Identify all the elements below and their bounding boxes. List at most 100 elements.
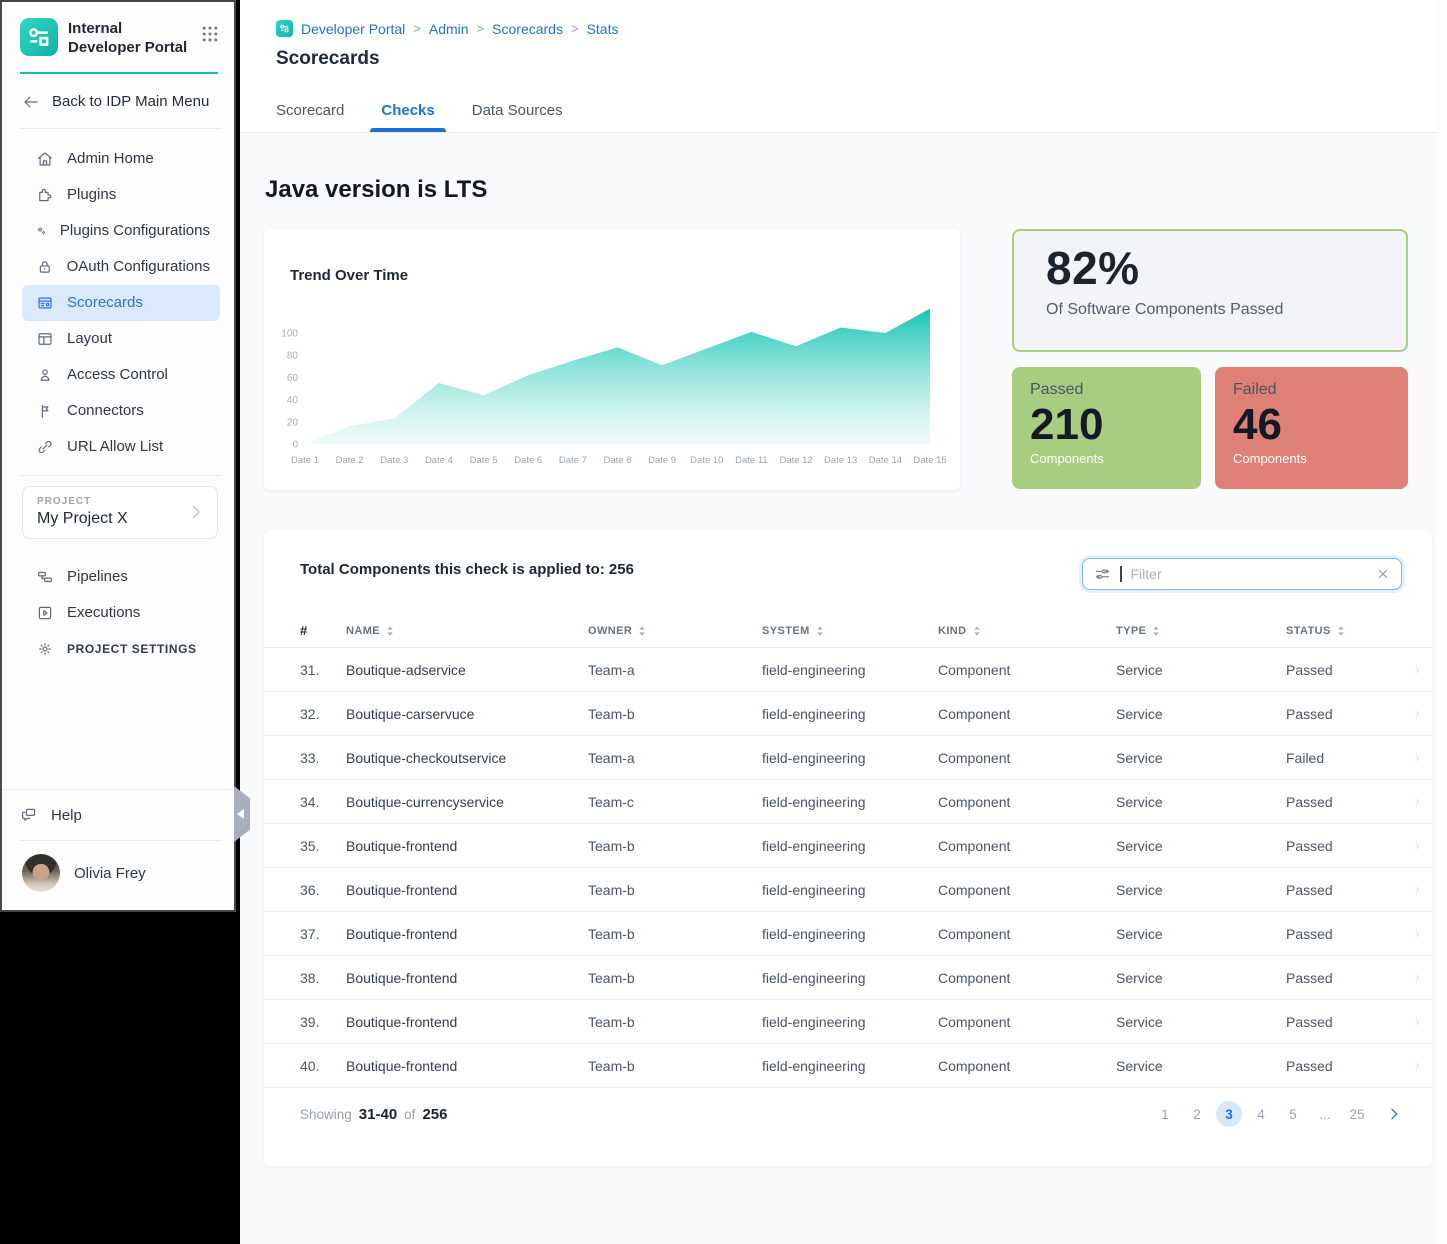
svg-text:100: 100 (281, 329, 298, 340)
page-button-5[interactable]: 5 (1280, 1101, 1306, 1127)
main-area: Developer Portal > Admin > Scorecards > … (240, 0, 1447, 1244)
divider (20, 475, 222, 476)
table-row[interactable]: 36.Boutique-frontendTeam-bfield-engineer… (264, 868, 1432, 912)
sidebar-item-plugins-configurations[interactable]: Plugins Configurations (22, 213, 220, 249)
column-header-name[interactable]: NAME (346, 625, 588, 637)
cell-kind: Component (938, 926, 1116, 942)
cell-type: Service (1116, 838, 1286, 854)
svg-text:Date 12: Date 12 (779, 455, 812, 466)
sidebar-item-executions[interactable]: Executions (22, 595, 220, 631)
filter-sliders-icon[interactable] (1094, 566, 1111, 583)
column-header-type[interactable]: TYPE (1116, 625, 1286, 637)
app-logo-row: Internal Developer Portal (2, 2, 234, 68)
svg-text:20: 20 (287, 417, 299, 428)
table-row[interactable]: 32.Boutique-carservuceTeam-bfield-engine… (264, 692, 1432, 736)
breadcrumb-stats[interactable]: Stats (587, 21, 619, 37)
signpost-icon (36, 402, 54, 420)
cell-name: Boutique-frontend (346, 1014, 588, 1030)
tab-checks[interactable]: Checks (381, 102, 434, 132)
svg-text:Date 2: Date 2 (336, 455, 364, 466)
table-row[interactable]: 31.Boutique-adserviceTeam-afield-enginee… (264, 648, 1432, 692)
sidebar-item-access-control[interactable]: Access Control (22, 357, 220, 393)
row-chevron-icon (1412, 1061, 1422, 1071)
page-button-4[interactable]: 4 (1248, 1101, 1274, 1127)
sort-icon[interactable] (386, 625, 394, 637)
app-title: Internal Developer Portal (68, 18, 190, 58)
sidebar-item-connectors[interactable]: Connectors (22, 393, 220, 429)
next-page-icon[interactable] (1386, 1106, 1402, 1122)
table-row[interactable]: 39.Boutique-frontendTeam-bfield-engineer… (264, 1000, 1432, 1044)
table-row[interactable]: 40.Boutique-frontendTeam-bfield-engineer… (264, 1044, 1432, 1088)
svg-text:80: 80 (287, 351, 299, 362)
sidebar-item-url-allow-list[interactable]: URL Allow List (22, 429, 220, 465)
page-button-1[interactable]: 1 (1152, 1101, 1178, 1127)
table-row[interactable]: 37.Boutique-frontendTeam-bfield-engineer… (264, 912, 1432, 956)
sidebar-item-plugins[interactable]: Plugins (22, 177, 220, 213)
passed-value: 210 (1030, 401, 1183, 449)
help-button[interactable]: Help (2, 790, 234, 840)
svg-text:Date 11: Date 11 (735, 455, 768, 466)
home-icon (36, 150, 54, 168)
column-header-kind[interactable]: KIND (938, 625, 1116, 637)
column-header-num[interactable]: # (300, 623, 346, 638)
lock-icon (36, 258, 54, 276)
sidebar-item-oauth-configurations[interactable]: OAuth Configurations (22, 249, 220, 285)
project-name: My Project X (37, 510, 187, 528)
svg-text:Date 3: Date 3 (380, 455, 408, 466)
sort-icon[interactable] (1337, 625, 1345, 637)
column-header-system[interactable]: SYSTEM (762, 625, 938, 637)
pipeline-icon (36, 568, 54, 586)
apps-grid-icon[interactable] (200, 18, 220, 44)
breadcrumb-admin[interactable]: Admin (429, 21, 469, 37)
cell-number: 40. (300, 1058, 346, 1074)
layout-icon (36, 330, 54, 348)
row-chevron-icon (1412, 929, 1422, 939)
project-selector[interactable]: PROJECT My Project X (22, 486, 218, 539)
row-chevron-icon (1412, 665, 1422, 675)
page-button-2[interactable]: 2 (1184, 1101, 1210, 1127)
tab-scorecard[interactable]: Scorecard (276, 102, 344, 132)
sidebar-item-layout[interactable]: Layout (22, 321, 220, 357)
page-button-25[interactable]: 25 (1344, 1101, 1370, 1127)
person-icon (36, 366, 54, 384)
cell-type: Service (1116, 926, 1286, 942)
cell-status: Passed (1286, 662, 1396, 678)
sort-icon[interactable] (816, 625, 824, 637)
table-row[interactable]: 35.Boutique-frontendTeam-bfield-engineer… (264, 824, 1432, 868)
cell-status: Passed (1286, 1014, 1396, 1030)
table-row[interactable]: 38.Boutique-frontendTeam-bfield-engineer… (264, 956, 1432, 1000)
screen: Internal Developer Portal Back to IDP Ma… (0, 0, 1447, 1244)
tab-data-sources[interactable]: Data Sources (472, 102, 563, 132)
sidebar-item-scorecards[interactable]: Scorecards (22, 285, 220, 321)
filter-input[interactable] (1131, 566, 1368, 582)
sidebar-item-pipelines[interactable]: Pipelines (22, 559, 220, 595)
sort-icon[interactable] (1152, 625, 1160, 637)
breadcrumb-developer-portal[interactable]: Developer Portal (301, 21, 405, 37)
table-row[interactable]: 33.Boutique-checkoutserviceTeam-afield-e… (264, 736, 1432, 780)
project-nav: Pipelines Executions PROJECT SETTINGS (2, 545, 234, 667)
column-header-owner[interactable]: OWNER (588, 625, 762, 637)
cell-name: Boutique-adservice (346, 662, 588, 678)
filter-input-box[interactable] (1082, 558, 1402, 590)
cell-name: Boutique-carservuce (346, 706, 588, 722)
sidebar-item-admin-home[interactable]: Admin Home (22, 141, 220, 177)
sort-icon[interactable] (638, 625, 646, 637)
sort-icon[interactable] (973, 625, 981, 637)
table-row[interactable]: 34.Boutique-currencyserviceTeam-cfield-e… (264, 780, 1432, 824)
sidebar-item-project-settings[interactable]: PROJECT SETTINGS (22, 631, 220, 667)
back-to-main-menu[interactable]: Back to IDP Main Menu (2, 74, 234, 128)
row-chevron-icon (1412, 709, 1422, 719)
cell-type: Service (1116, 662, 1286, 678)
column-header-status[interactable]: STATUS (1286, 625, 1396, 637)
failed-unit: Components (1233, 451, 1390, 466)
clear-filter-icon[interactable] (1376, 567, 1390, 581)
cell-number: 33. (300, 750, 346, 766)
user-menu[interactable]: Olivia Frey (2, 841, 234, 910)
cell-name: Boutique-frontend (346, 882, 588, 898)
page-button-3[interactable]: 3 (1216, 1101, 1242, 1127)
breadcrumb-scorecards[interactable]: Scorecards (492, 21, 563, 37)
page-title: Scorecards (276, 48, 380, 70)
scrollbar-track[interactable] (1437, 0, 1447, 1244)
chat-icon (20, 806, 38, 824)
cell-type: Service (1116, 1058, 1286, 1074)
